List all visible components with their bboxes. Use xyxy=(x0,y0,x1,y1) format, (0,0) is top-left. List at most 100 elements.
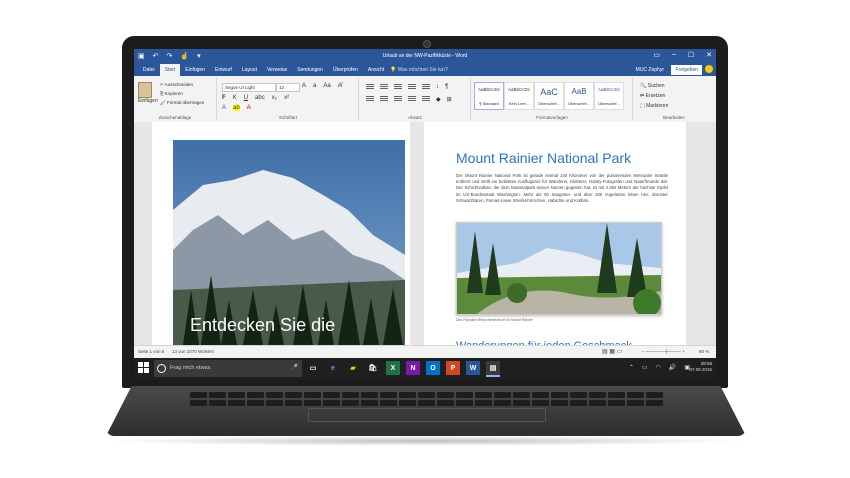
volume-icon[interactable]: 🔊 xyxy=(669,364,676,371)
outlook-icon[interactable]: O xyxy=(426,361,440,375)
cut-button[interactable]: ✂ Ausschneiden xyxy=(160,82,193,88)
powerpoint-icon[interactable]: P xyxy=(446,361,460,375)
style-preview: AaC xyxy=(540,87,558,97)
style-name: ¶ Standard xyxy=(479,101,499,106)
store-icon[interactable]: 🛍 xyxy=(366,361,380,375)
font-name-input[interactable]: Segoe UI Light xyxy=(222,83,276,92)
format-painter-button[interactable]: 🖌 Format übertragen xyxy=(160,100,204,106)
windows-start-icon[interactable] xyxy=(138,362,150,374)
tab-design[interactable]: Entwurf xyxy=(210,64,237,76)
view-mode-icons[interactable]: ▤ ▦ ▭ xyxy=(602,348,622,355)
chevron-up-icon[interactable]: ⌃ xyxy=(629,364,634,371)
paragraph-align-row: ◆ ⊞ xyxy=(366,96,452,103)
tell-me-box[interactable]: 💡 Was möchten Sie tun? xyxy=(390,67,448,73)
paste-icon[interactable] xyxy=(138,82,152,98)
line-spacing-icon[interactable] xyxy=(422,96,430,102)
sort-icon[interactable]: ↕ xyxy=(436,84,439,90)
tab-mailings[interactable]: Sendungen xyxy=(292,64,328,76)
tab-view[interactable]: Ansicht xyxy=(363,64,389,76)
bold-button[interactable]: F xyxy=(222,95,226,101)
title-bar: ▣ ↶ ↷ ☝ ▾ Urlaub an der NW-Pazifikküste … xyxy=(134,49,716,64)
align-right-icon[interactable] xyxy=(394,96,402,102)
clock[interactable]: 08:58 07.08.2015 xyxy=(689,361,712,373)
align-left-icon[interactable] xyxy=(366,96,374,102)
page-right[interactable]: Mount Rainier National Park Der Mount Ra… xyxy=(424,122,686,352)
show-marks-icon[interactable]: ¶ xyxy=(445,84,448,90)
highlight-icon[interactable]: ab xyxy=(233,105,240,111)
subscript-icon[interactable]: x₂ xyxy=(272,95,277,101)
ribbon-display-options-icon[interactable]: ▭ xyxy=(653,51,660,59)
webcam xyxy=(423,40,431,48)
font-color-icon[interactable]: A xyxy=(247,105,251,111)
font-size-input[interactable]: 12 xyxy=(276,83,300,92)
style-heading-2[interactable]: AaB Überschrif... xyxy=(564,82,594,110)
page-left[interactable]: Entdecken Sie die xyxy=(152,122,410,345)
share-button[interactable]: Freigeben xyxy=(671,65,702,75)
shading-icon[interactable]: ◆ xyxy=(436,96,441,103)
tab-layout[interactable]: Layout xyxy=(237,64,262,76)
change-case-icon[interactable]: Aa xyxy=(323,83,330,89)
tab-file[interactable]: Datei xyxy=(138,64,160,76)
superscript-icon[interactable]: x² xyxy=(284,95,289,101)
user-name[interactable]: MUC Zephyr xyxy=(636,67,664,73)
edge-icon[interactable]: e xyxy=(326,361,340,375)
style-name: Überschrif... xyxy=(538,101,560,106)
task-view-icon[interactable]: ▭ xyxy=(306,361,320,375)
word-count[interactable]: 13 von 1070 Wörtern xyxy=(172,349,214,354)
cortana-search-box[interactable]: Frag mich etwas 🎤 xyxy=(154,360,302,377)
close-icon[interactable]: ✕ xyxy=(706,51,712,59)
decrease-indent-icon[interactable] xyxy=(408,84,416,90)
multilevel-list-icon[interactable] xyxy=(394,84,402,90)
font-group-label: Schriftart xyxy=(278,115,297,120)
strikethrough-icon[interactable]: abc xyxy=(255,95,265,101)
onenote-icon[interactable]: N xyxy=(406,361,420,375)
copy-button[interactable]: ⎘ Kopieren xyxy=(160,91,183,96)
minimize-icon[interactable]: – xyxy=(672,51,676,59)
underline-button[interactable]: U xyxy=(244,95,248,101)
increase-indent-icon[interactable] xyxy=(422,84,430,90)
zoom-slider[interactable]: – ──────┼──── + xyxy=(642,349,685,354)
maximize-icon[interactable]: ☐ xyxy=(688,51,694,59)
file-explorer-icon[interactable]: ▰ xyxy=(346,361,360,375)
grow-font-icon[interactable]: A xyxy=(302,83,306,89)
tab-home[interactable]: Start xyxy=(159,64,181,76)
style-heading-1[interactable]: AaC Überschrif... xyxy=(534,82,564,110)
find-label: Suchen xyxy=(647,83,665,89)
replace-button[interactable]: ⇄ Ersetzen xyxy=(640,93,665,99)
borders-icon[interactable]: ⊞ xyxy=(447,96,452,103)
select-button[interactable]: ⬚ Markieren xyxy=(640,103,668,109)
justify-icon[interactable] xyxy=(408,96,416,102)
wifi-icon[interactable]: ◠ xyxy=(656,364,661,371)
clear-formatting-icon[interactable]: A̸ xyxy=(338,83,342,89)
numbering-icon[interactable] xyxy=(380,84,388,90)
word-icon[interactable]: W xyxy=(466,361,480,375)
tab-references[interactable]: Verweise xyxy=(262,64,292,76)
tell-me-text: Was möchten Sie tun? xyxy=(397,67,448,73)
excel-icon[interactable]: X xyxy=(386,361,400,375)
screen: ▣ ↶ ↷ ☝ ▾ Urlaub an der NW-Pazifikküste … xyxy=(134,49,716,379)
shrink-font-icon[interactable]: a xyxy=(313,83,316,89)
system-tray: ⌃ ▭ ◠ 🔊 ▣ xyxy=(629,364,690,371)
align-center-icon[interactable] xyxy=(380,96,388,102)
font-format-row: F K U abc x₂ x² xyxy=(222,95,289,101)
ribbon-tabs: Datei Start Einfügen Entwurf Layout Verw… xyxy=(138,64,389,76)
tab-insert[interactable]: Einfügen xyxy=(180,64,210,76)
find-button[interactable]: 🔍 Suchen xyxy=(640,83,665,89)
paste-button[interactable]: Einfügen xyxy=(138,98,158,104)
tab-review[interactable]: Überprüfen xyxy=(328,64,363,76)
italic-button[interactable]: K xyxy=(233,95,237,101)
style-name: Überschrif... xyxy=(598,101,620,106)
page-count[interactable]: Seite 1 von 6 xyxy=(138,349,164,354)
zoom-level[interactable]: 90 % xyxy=(699,349,709,354)
clock-date: 07.08.2015 xyxy=(689,367,712,372)
microphone-icon[interactable]: 🎤 xyxy=(291,364,298,371)
bullets-icon[interactable] xyxy=(366,84,374,90)
word-window-icon[interactable]: ▤ xyxy=(486,361,500,377)
style-heading-3[interactable]: AaBbCcDc Überschrif... xyxy=(594,82,624,110)
style-standard[interactable]: AaBbCcDc ¶ Standard xyxy=(474,82,504,110)
text-effects-icon[interactable]: A xyxy=(222,105,226,111)
battery-icon[interactable]: ▭ xyxy=(642,364,648,371)
replace-label: Ersetzen xyxy=(645,93,666,99)
feedback-smiley-icon[interactable] xyxy=(705,65,713,73)
style-no-spacing[interactable]: AaBbCcDc Kein Leer... xyxy=(504,82,534,110)
